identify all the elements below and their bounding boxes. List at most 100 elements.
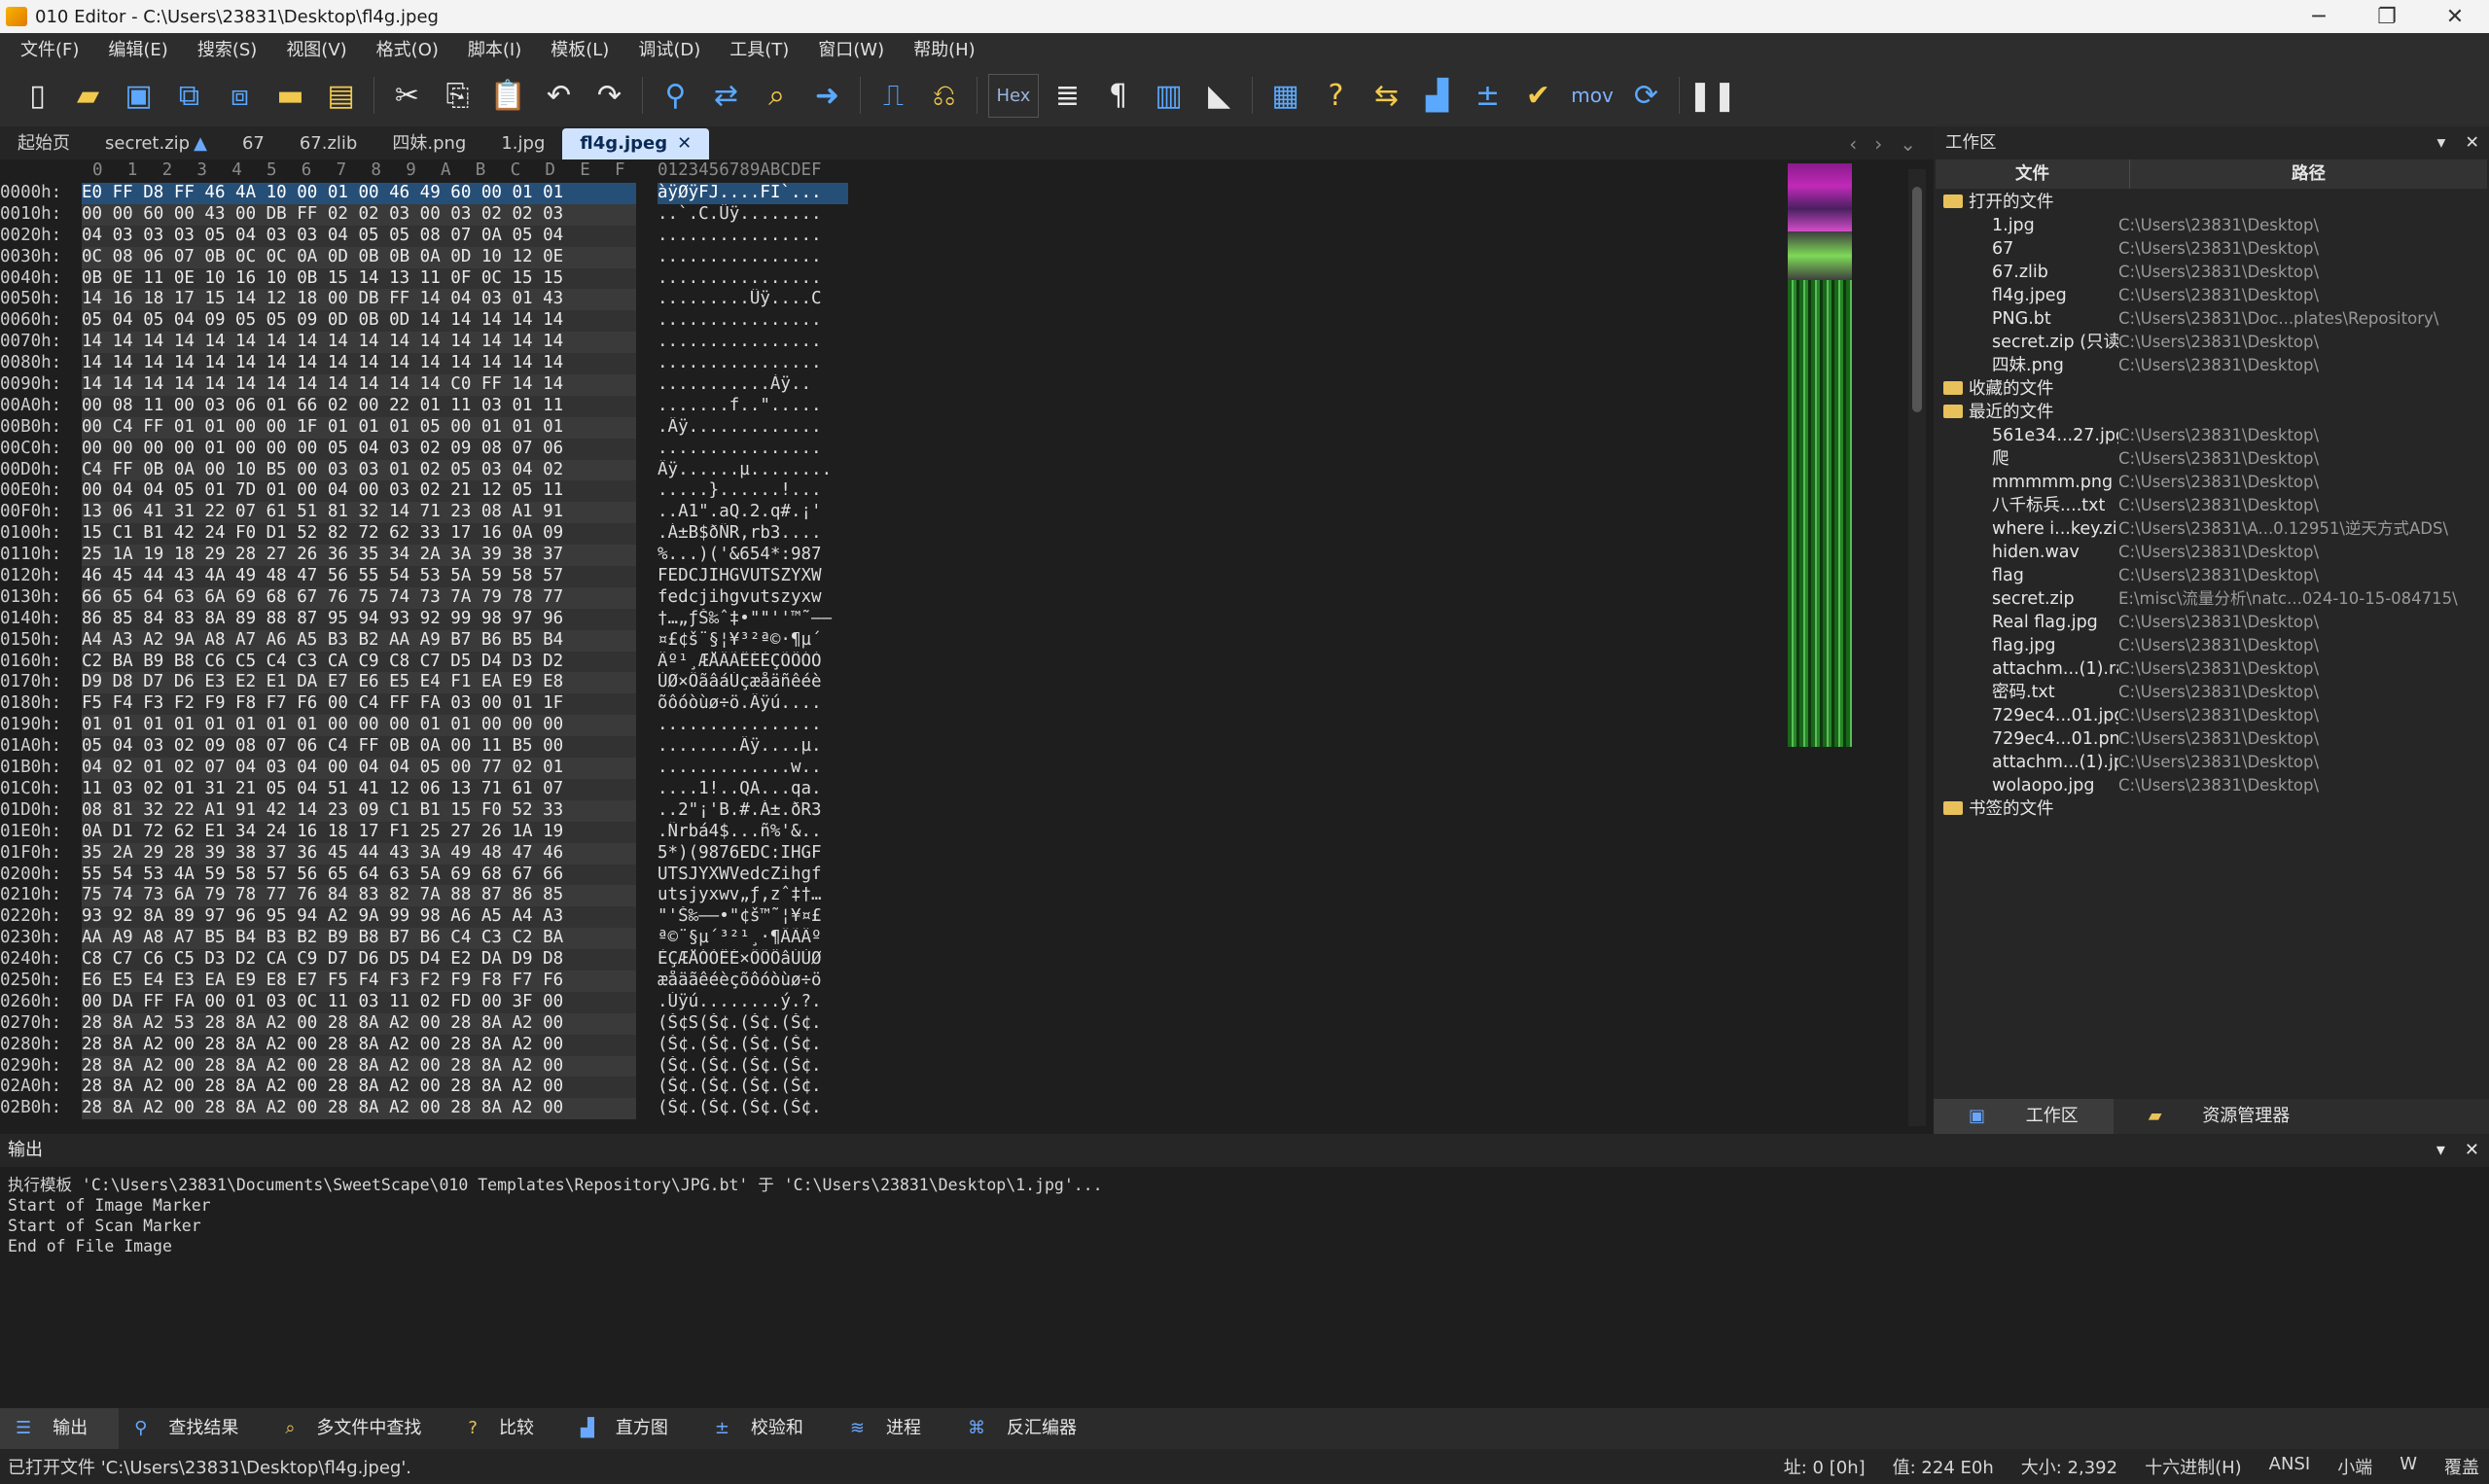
workspace-file-item[interactable]: fl4g.jpeg C:\Users\23831\Desktop\ [1934, 284, 2489, 307]
tab-fl4g-jpeg[interactable]: fl4g.jpeg ✕ [562, 128, 710, 159]
menu-file[interactable]: 文件(F) [6, 36, 93, 61]
workspace-file-item[interactable]: secret.zip E:\misc\流量分析\natc...024-10-15-… [1934, 587, 2489, 611]
ascii-row[interactable]: .Úÿú........ý.?. [658, 992, 848, 1013]
hex-row[interactable]: AA A9 A8 A7 B5 B4 B3 B2 B9 B8 B7 B6 C4 C… [82, 928, 636, 950]
workspace-file-item[interactable]: 561e34...27.jpg C:\Users\23831\Desktop\ [1934, 424, 2489, 447]
hex-row[interactable]: 0C 08 06 07 0B 0C 0C 0A 0D 0B 0B 0A 0D 1… [82, 246, 636, 268]
tab-histogram[interactable]: ▟ 直方图 [565, 1408, 699, 1449]
hex-row[interactable]: A4 A3 A2 9A A8 A7 A6 A5 B3 B2 AA A9 B7 B… [82, 629, 636, 652]
workspace-file-item[interactable]: 爬 C:\Users\23831\Desktop\ [1934, 447, 2489, 471]
hex-row[interactable]: 01 01 01 01 01 01 01 01 00 00 00 01 01 0… [82, 715, 636, 737]
ascii-row[interactable]: (Š¢S(Š¢.(Š¢.(Š¢. [658, 1013, 848, 1035]
highlight-icon[interactable]: ◣ [1197, 74, 1241, 118]
ascii-row[interactable]: ................ [658, 332, 848, 353]
histogram-icon[interactable]: ▟ [1415, 74, 1459, 118]
hex-row[interactable]: 00 04 04 05 01 7D 01 00 04 00 03 02 21 1… [82, 480, 636, 503]
hex-row[interactable]: 11 03 02 01 31 21 05 04 51 41 12 06 13 7… [82, 778, 636, 800]
ascii-row[interactable]: ÈÇÆÅÓÒÊÉ×ÖÕÔâÚÙØ [658, 949, 848, 971]
replace-icon[interactable]: ⇄ [704, 74, 748, 118]
ascii-row[interactable]: æåäãêéèçõôóòùø÷ö [658, 971, 848, 992]
tab-start-page[interactable]: 起始页 [0, 128, 88, 159]
menu-window[interactable]: 窗口(W) [803, 36, 899, 61]
hex-row[interactable]: 05 04 03 02 09 08 07 06 C4 FF 0B 0A 00 1… [82, 736, 636, 759]
ascii-row[interactable]: ...........Àÿ.. [658, 374, 848, 396]
ascii-row[interactable]: Äÿ......µ........ [658, 460, 848, 481]
hex-row[interactable]: 14 14 14 14 14 14 14 14 14 14 14 14 C0 F… [82, 374, 636, 396]
tree-group-bookmarks[interactable]: 书签的文件 [1934, 797, 2489, 821]
tab-find-results[interactable]: ⚲ 查找结果 [119, 1408, 269, 1449]
menu-search[interactable]: 搜索(S) [183, 36, 271, 61]
menu-tools[interactable]: 工具(T) [715, 36, 803, 61]
hex-row[interactable]: 28 8A A2 53 28 8A A2 00 28 8A A2 00 28 8… [82, 1012, 636, 1035]
tab-process[interactable]: ≋ 进程 [835, 1408, 952, 1449]
menu-edit[interactable]: 编辑(E) [93, 36, 182, 61]
hex-row[interactable]: 28 8A A2 00 28 8A A2 00 28 8A A2 00 28 8… [82, 1077, 636, 1099]
checksum-icon[interactable]: ± [1466, 74, 1510, 118]
tab-secret-zip[interactable]: secret.zip ▲ [88, 128, 225, 159]
workspace-file-item[interactable]: flag.jpg C:\Users\23831\Desktop\ [1934, 634, 2489, 657]
pause-icon[interactable]: ❚❚ [1688, 74, 1736, 118]
ascii-row[interactable]: .Ñrbá4$...ñ%'&.. [658, 822, 848, 843]
hex-editor[interactable]: 0 1 2 3 4 5 6 7 8 9 A B C D E F 0123456789ABCDEF 0000h: 0… [0, 159, 1934, 1134]
workspace-file-item[interactable]: PNG.bt C:\Users\23831\Doc...plates\Reposi… [1934, 307, 2489, 331]
ascii-row[interactable]: ..A1".aQ.2.q#.¡' [658, 502, 848, 523]
find-in-files-icon[interactable]: ⌕ [755, 74, 799, 118]
ascii-row[interactable]: õôóòùø÷ö.Äÿú.... [658, 693, 848, 715]
scrollbar-thumb[interactable] [1912, 187, 1922, 412]
close-tab-icon[interactable]: ✕ [677, 133, 692, 154]
chevron-down-icon[interactable]: ⌄ [1900, 128, 1916, 159]
hex-row[interactable]: 25 1A 19 18 29 28 27 26 36 35 34 2A 3A 3… [82, 545, 636, 567]
tab-compare[interactable]: ? 比较 [452, 1408, 565, 1449]
paste-icon[interactable]: 📋 [486, 74, 530, 118]
workspace-file-item[interactable]: Real flag.jpg C:\Users\23831\Desktop\ [1934, 611, 2489, 634]
tab-67-zlib[interactable]: 67.zlib [282, 128, 375, 159]
check-icon[interactable]: ✔ [1516, 74, 1560, 118]
workspace-file-item[interactable]: attachm...(1).jpgC:\Users\23831\Desktop\ [1934, 751, 2489, 774]
status-overwrite[interactable]: 覆盖 [2444, 1454, 2479, 1479]
ascii-row[interactable]: ....1!..QA...qa. [658, 779, 848, 800]
hex-bytes-column[interactable]: E0 FF D8 FF 46 4A 10 00 01 00 46 49 60 0… [82, 183, 636, 1120]
ascii-row[interactable]: †…„ƒŠ‰ˆ‡•""''™˜—– [658, 609, 848, 630]
hex-row[interactable]: F5 F4 F3 F2 F9 F8 F7 F6 00 C4 FF FA 03 0… [82, 693, 636, 716]
hex-row[interactable]: 00 C4 FF 01 01 00 00 1F 01 01 01 05 00 0… [82, 416, 636, 439]
hex-row[interactable]: 35 2A 29 28 39 38 37 36 45 44 43 3A 49 4… [82, 842, 636, 865]
ascii-row[interactable]: ................ [658, 310, 848, 332]
hex-row[interactable]: 00 00 60 00 43 00 DB FF 02 02 03 00 03 0… [82, 203, 636, 226]
ascii-row[interactable]: UTSJYXWVedcZihgf [658, 865, 848, 886]
chevron-left-icon[interactable]: ‹ [1849, 128, 1857, 159]
ascii-row[interactable]: .......f.."..... [658, 396, 848, 417]
hex-row[interactable]: 28 8A A2 00 28 8A A2 00 28 8A A2 00 28 8… [82, 1055, 636, 1078]
maximize-icon[interactable]: ❐ [2353, 5, 2421, 29]
goto-icon[interactable]: ➜ [805, 74, 849, 118]
cut-icon[interactable]: ✂ [385, 74, 429, 118]
hex-row[interactable]: 0B 0E 11 0E 10 16 10 0B 15 14 13 11 0F 0… [82, 267, 636, 290]
hex-row[interactable]: 93 92 8A 89 97 96 95 94 A2 9A 99 98 A6 A… [82, 906, 636, 929]
ascii-row[interactable]: (Š¢.(Š¢.(Š¢.(Š¢. [658, 1056, 848, 1078]
undo-icon[interactable]: ↶ [537, 74, 581, 118]
status-encoding[interactable]: ANSI [2269, 1454, 2311, 1479]
editor-scrollbar[interactable] [1908, 169, 1926, 1126]
ascii-row[interactable]: ..`.C.Ûÿ........ [658, 204, 848, 226]
hex-row[interactable]: 15 C1 B1 42 24 F0 D1 52 82 72 62 33 17 1… [82, 523, 636, 546]
new-file-icon[interactable]: ▯ [16, 74, 59, 118]
col-file[interactable]: 文件 [1936, 159, 2130, 189]
menu-script[interactable]: 脚本(I) [453, 36, 536, 61]
hex-row[interactable]: 0A D1 72 62 E1 34 24 16 18 17 F1 25 27 2… [82, 821, 636, 843]
chevron-right-icon[interactable]: › [1874, 128, 1882, 159]
hex-mode-button[interactable]: Hex [988, 73, 1039, 118]
menu-help[interactable]: 帮助(H) [899, 36, 990, 61]
hex-row[interactable]: 46 45 44 43 4A 49 48 47 56 55 54 53 5A 5… [82, 566, 636, 587]
template-icon[interactable]: ⎍ [871, 74, 915, 118]
tab-checksum[interactable]: ± 校验和 [699, 1408, 835, 1449]
hex-row[interactable]: 13 06 41 31 22 07 61 51 81 32 14 71 23 0… [82, 502, 636, 524]
redo-icon[interactable]: ↷ [587, 74, 631, 118]
byte-minimap[interactable] [1788, 163, 1852, 747]
output-log[interactable]: 执行模板 'C:\Users\23831\Documents\SweetScap… [0, 1167, 2489, 1256]
hex-row[interactable]: 66 65 64 63 6A 69 68 67 76 75 74 73 7A 7… [82, 586, 636, 609]
menu-format[interactable]: 格式(O) [362, 36, 453, 61]
hex-row[interactable]: E0 FF D8 FF 46 4A 10 00 01 00 46 49 60 0… [82, 183, 636, 204]
ascii-row[interactable]: 5*)(9876EDC:IHGF [658, 843, 848, 865]
hex-row[interactable]: 00 00 00 00 01 00 00 00 05 04 03 02 09 0… [82, 438, 636, 460]
tab-disassembler[interactable]: ⌘ 反汇编器 [952, 1408, 1108, 1449]
hex-row[interactable]: 14 16 18 17 15 14 12 18 00 DB FF 14 04 0… [82, 289, 636, 311]
